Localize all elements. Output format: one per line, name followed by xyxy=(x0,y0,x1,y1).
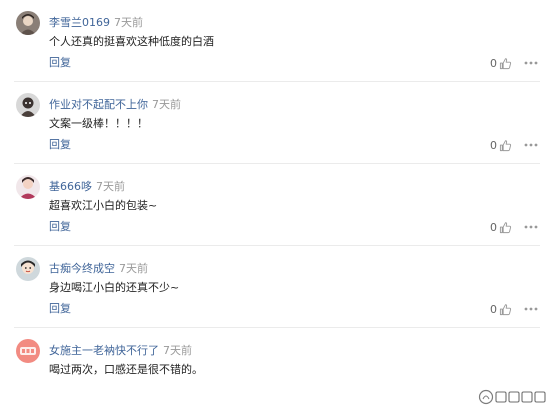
comment-header: 古痴今终成空 7天前 xyxy=(49,259,148,275)
avatar[interactable] xyxy=(16,93,40,117)
comment-text: 喝过两次，口感还是很不错的。 xyxy=(49,363,203,376)
ellipsis-icon xyxy=(524,143,538,147)
user-photo-avatar-icon xyxy=(16,93,40,117)
like-button[interactable]: 0 xyxy=(490,136,512,154)
more-options-button[interactable] xyxy=(524,136,538,154)
avatar[interactable] xyxy=(16,11,40,35)
comment-text: 个人还真的挺喜欢这种低度的白酒 xyxy=(49,35,214,48)
reply-button[interactable]: 回复 xyxy=(49,219,71,235)
comment-item: 作业对不起配不上你 7天前 文案一级棒！！！！ 回复 0 xyxy=(0,82,554,164)
timestamp: 7天前 xyxy=(96,180,125,193)
ellipsis-icon xyxy=(524,225,538,229)
more-options-button[interactable] xyxy=(524,218,538,236)
like-button[interactable]: 0 xyxy=(490,218,512,236)
comment-text: 文案一级棒！！！！ xyxy=(49,117,148,130)
thumbs-up-icon xyxy=(499,221,512,233)
like-button[interactable]: 0 xyxy=(490,54,512,72)
like-count: 0 xyxy=(490,302,497,316)
avatar[interactable] xyxy=(16,257,40,281)
user-photo-avatar-icon xyxy=(16,175,40,199)
timestamp: 7天前 xyxy=(114,16,143,29)
username[interactable]: 李雪兰0169 xyxy=(49,16,110,29)
ellipsis-icon xyxy=(524,61,538,65)
comment-item: 李雪兰0169 7天前 个人还真的挺喜欢这种低度的白酒 回复 0 xyxy=(0,0,554,82)
avatar[interactable] xyxy=(16,339,40,363)
comment-header: 女施主一老衲快不行了 7天前 xyxy=(49,341,192,357)
comment-item: 女施主一老衲快不行了 7天前 喝过两次，口感还是很不错的。 xyxy=(0,328,554,410)
reply-button[interactable]: 回复 xyxy=(49,137,71,153)
ellipsis-icon xyxy=(524,307,538,311)
comment-item: 基666哆 7天前 超喜欢江小白的包装~ 回复 0 xyxy=(0,164,554,246)
more-options-button[interactable] xyxy=(524,300,538,318)
comment-text: 超喜欢江小白的包装~ xyxy=(49,199,158,212)
comment-item: 古痴今终成空 7天前 身边喝江小白的还真不少~ 回复 0 xyxy=(0,246,554,328)
comment-header: 作业对不起配不上你 7天前 xyxy=(49,95,181,111)
comment-header: 李雪兰0169 7天前 xyxy=(49,13,143,29)
more-options-button[interactable] xyxy=(524,54,538,72)
comment-header: 基666哆 7天前 xyxy=(49,177,125,193)
user-photo-avatar-icon xyxy=(16,257,40,281)
comment-text: 身边喝江小白的还真不少~ xyxy=(49,281,180,294)
thumbs-up-icon xyxy=(499,303,512,315)
thumbs-up-icon xyxy=(499,57,512,69)
reply-button[interactable]: 回复 xyxy=(49,301,71,317)
username[interactable]: 女施主一老衲快不行了 xyxy=(49,344,159,357)
user-photo-avatar-icon xyxy=(16,339,40,363)
watermark-logo-icon xyxy=(478,389,546,405)
user-photo-avatar-icon xyxy=(16,11,40,35)
timestamp: 7天前 xyxy=(163,344,192,357)
like-count: 0 xyxy=(490,138,497,152)
username[interactable]: 基666哆 xyxy=(49,180,92,193)
timestamp: 7天前 xyxy=(152,98,181,111)
timestamp: 7天前 xyxy=(119,262,148,275)
like-button[interactable]: 0 xyxy=(490,300,512,318)
like-count: 0 xyxy=(490,220,497,234)
thumbs-up-icon xyxy=(499,139,512,151)
watermark-logo xyxy=(478,389,548,405)
reply-button[interactable]: 回复 xyxy=(49,55,71,71)
avatar[interactable] xyxy=(16,175,40,199)
username[interactable]: 古痴今终成空 xyxy=(49,262,115,275)
username[interactable]: 作业对不起配不上你 xyxy=(49,98,148,111)
like-count: 0 xyxy=(490,56,497,70)
